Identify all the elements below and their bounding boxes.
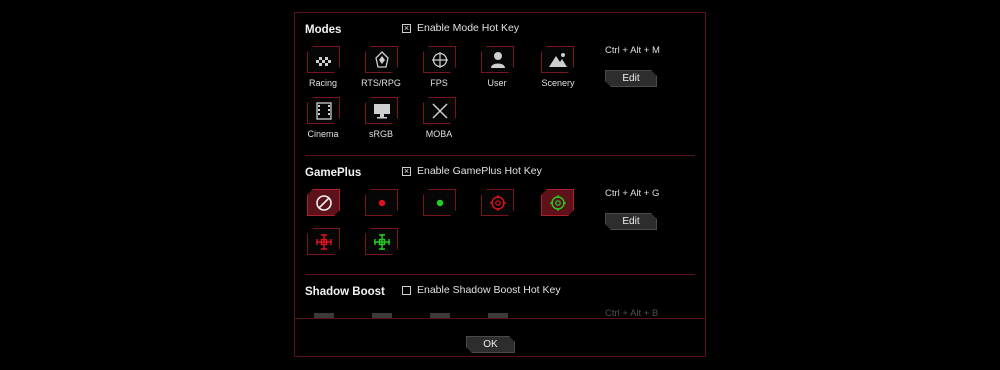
mode-moba-button[interactable] [423,97,456,124]
monitor-icon [372,103,392,119]
gameplus-title: GamePlus [305,167,362,179]
rts-rpg-icon [374,51,390,69]
gameplus-edit-button[interactable]: Edit [605,213,657,230]
mode-racing-label: Racing [308,78,337,88]
section-divider [305,155,695,156]
film-icon [315,102,333,120]
dialog-footer: OK [295,318,705,356]
mode-cinema-button[interactable] [307,97,340,124]
mountain-icon [548,52,568,68]
crossed-swords-icon [431,102,449,120]
gameplus-off-button[interactable] [307,189,340,216]
mode-user-label: User [487,78,507,88]
modes-title: Modes [305,24,342,36]
gameplus-red-sight-button[interactable] [307,228,340,255]
green-sight-icon [372,232,392,252]
mode-rts-rpg-label: RTS/RPG [361,78,401,88]
gameplus-hotkey-label: Enable GamePlus Hot Key [417,165,542,177]
mode-hotkey-checkbox[interactable]: × [402,23,411,33]
gameplus-hotkey-checkbox[interactable]: × [402,166,411,176]
mode-racing-button[interactable] [307,46,340,73]
mode-cinema-label: Cinema [307,129,339,139]
mode-hotkey-text: Ctrl + Alt + M [605,45,660,56]
gameplus-green-crosshair-button[interactable] [541,189,574,216]
gameplus-hotkey-checkbox-row[interactable]: × Enable GamePlus Hot Key [402,165,542,177]
mode-hotkey-label: Enable Mode Hot Key [417,22,520,34]
disabled-icon [315,194,333,212]
red-dot-icon [377,198,387,208]
shadow-boost-title: Shadow Boost [305,286,385,298]
gameplus-red-dot-button[interactable] [365,189,398,216]
mode-user-button[interactable] [481,46,514,73]
settings-dialog: Modes × Enable Mode Hot Key Ctrl + Alt +… [294,12,706,357]
mode-rts-rpg-button[interactable] [365,46,398,73]
gameplus-hotkey-text: Ctrl + Alt + G [605,188,660,199]
mode-srgb-button[interactable] [365,97,398,124]
racing-flag-icon [314,53,334,67]
shadow-boost-hotkey-checkbox-row[interactable]: Enable Shadow Boost Hot Key [402,284,561,296]
mode-srgb-label: sRGB [368,129,393,139]
mode-fps-button[interactable] [423,46,456,73]
shadow-boost-hotkey-label: Enable Shadow Boost Hot Key [417,284,561,296]
gameplus-red-crosshair-button[interactable] [481,189,514,216]
mode-scenery-button[interactable] [541,46,574,73]
green-crosshair-icon [549,194,567,212]
gameplus-green-sight-button[interactable] [365,228,398,255]
mode-moba-label: MOBA [425,129,453,139]
mode-fps-label: FPS [430,78,448,88]
green-dot-icon [435,198,445,208]
crosshair-icon [431,51,449,69]
mode-edit-button[interactable]: Edit [605,70,657,87]
section-divider [305,274,695,275]
ok-button[interactable]: OK [466,336,515,353]
mode-scenery-label: Scenery [541,78,575,88]
mode-hotkey-checkbox-row[interactable]: × Enable Mode Hot Key [402,22,519,34]
shadow-boost-hotkey-checkbox[interactable] [402,285,411,295]
gameplus-green-dot-button[interactable] [423,189,456,216]
red-sight-icon [314,232,334,252]
user-icon [490,51,506,69]
red-crosshair-icon [489,194,507,212]
